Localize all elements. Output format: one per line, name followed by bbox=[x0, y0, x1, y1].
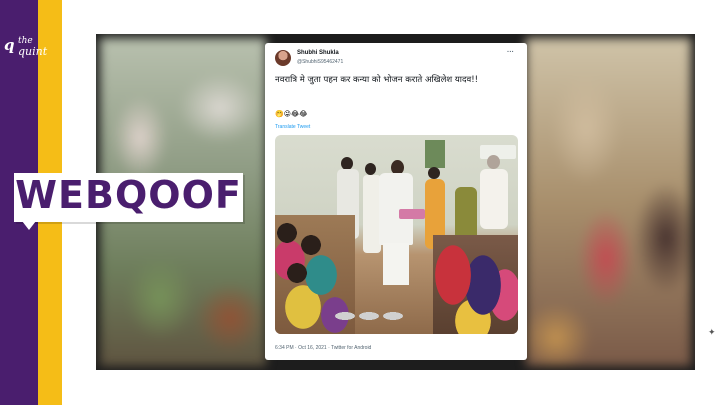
blurred-background-right bbox=[526, 38, 691, 366]
webqoof-badge-tail bbox=[22, 221, 36, 230]
photo-food-box bbox=[399, 209, 425, 219]
tweet-photo[interactable] bbox=[275, 135, 518, 334]
logo-q-glyph: q bbox=[4, 36, 15, 54]
display-name[interactable]: Shubhi Shukla bbox=[297, 50, 339, 56]
webqoof-badge: WEBQOOF bbox=[14, 173, 243, 222]
photo-person-head bbox=[487, 155, 500, 169]
tweet-text: नवरात्रि मे जुता पहन कर कन्या को भोजन कर… bbox=[275, 75, 479, 85]
photo-person-head bbox=[365, 163, 376, 175]
photo-person bbox=[480, 169, 508, 229]
photo-plates bbox=[335, 310, 405, 322]
tweet-card: Shubhi Shukla @ShubhiS95462471 ··· नवरात… bbox=[265, 43, 527, 360]
photo-door bbox=[425, 140, 445, 168]
more-options-icon[interactable]: ··· bbox=[507, 49, 514, 56]
photo-person-head bbox=[428, 167, 440, 179]
webqoof-badge-text: WEBQOOF bbox=[15, 173, 242, 217]
user-handle[interactable]: @ShubhiS95462471 bbox=[297, 59, 343, 65]
tweet-timestamp[interactable]: 6:34 PM · Oct 16, 2021 · Twitter for And… bbox=[275, 345, 371, 351]
translate-tweet-link[interactable]: Translate Tweet bbox=[275, 124, 310, 130]
avatar[interactable] bbox=[275, 50, 291, 66]
logo-quint: quint bbox=[18, 45, 48, 58]
tweet-emojis: 🤭😜😂😂 bbox=[275, 110, 308, 118]
the-quint-logo: q the quint bbox=[4, 36, 58, 66]
photo-seated-women bbox=[433, 235, 518, 334]
sparkle-icon: ✦ bbox=[708, 328, 716, 338]
photo-main-person-legs bbox=[383, 243, 409, 285]
